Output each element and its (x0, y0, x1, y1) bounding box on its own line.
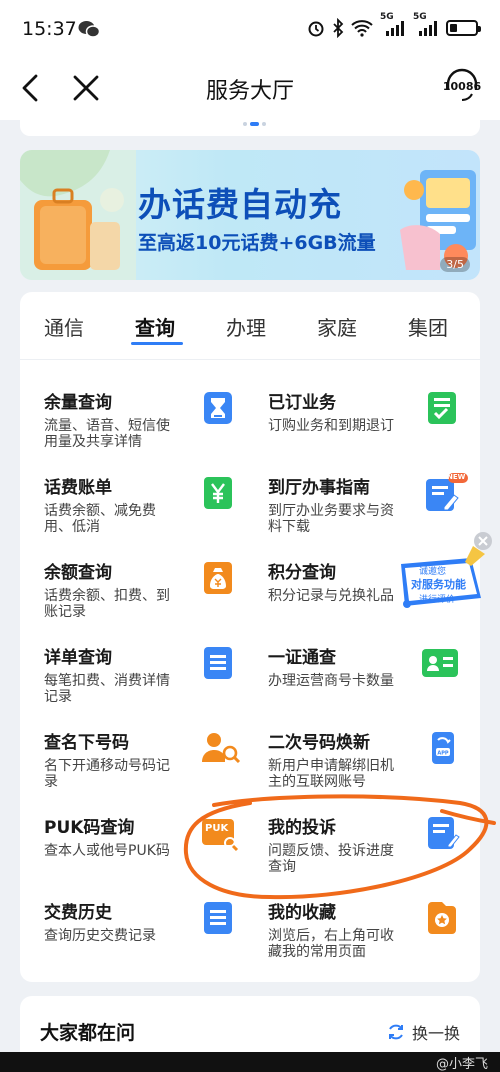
tab-family[interactable]: 家庭 (317, 312, 357, 341)
service-title: 查名下号码 (44, 733, 129, 753)
service-title: 到厅办事指南 (268, 478, 370, 498)
bluetooth-icon (333, 18, 344, 38)
service-desc: 办理运营商号卡数量 (268, 673, 394, 689)
service-desc: 名下开通移动号码记录 (44, 758, 170, 790)
service-desc: 新用户申请解绑旧机主的互联网账号 (268, 758, 394, 790)
yuan-bill-icon (204, 477, 232, 509)
wifi-icon (351, 20, 373, 37)
service-item-complaint[interactable]: 我的投诉 问题反馈、投诉进度查询 (268, 813, 488, 898)
service-desc: 查询历史交费记录 (44, 928, 156, 944)
service-desc: 到厅办业务要求与资料下载 (268, 503, 394, 535)
user-search-icon (202, 733, 241, 764)
new-badge: NEW (447, 473, 466, 481)
service-item-details[interactable]: 详单查询 每笔扣费、消费详情记录 (44, 643, 264, 728)
service-title: 余量查询 (44, 393, 112, 413)
service-title: 二次号码焕新 (268, 733, 370, 753)
close-badge-icon[interactable] (473, 531, 493, 551)
nav-bar: 服务大厅 10086 (0, 56, 500, 120)
battery-fill (450, 24, 458, 32)
carousel-dot-active (250, 122, 259, 126)
signal-bars-icon (419, 21, 437, 36)
status-time: 15:37 (22, 18, 77, 40)
list-icon (204, 647, 232, 679)
service-desc: 话费余额、扣费、到账记录 (44, 588, 170, 620)
banner-title: 办话费自动充 (138, 185, 342, 224)
service-desc: 积分记录与兑换礼品 (268, 588, 394, 604)
service-item-subscribed[interactable]: 已订业务 订购业务和到期退订 (268, 388, 488, 473)
signal-1-group: 5G (380, 12, 406, 38)
tab-handle[interactable]: 办理 (226, 312, 266, 341)
banner-subtitle: 至高返10元话费+6GB流量 (138, 232, 376, 254)
watermark: @小李飞 (435, 1057, 488, 1072)
checklist-icon (428, 392, 456, 424)
money-bag-icon (204, 562, 232, 594)
status-indicators: 5G 5G (307, 12, 481, 38)
hourglass-icon (204, 392, 232, 424)
active-tab-indicator (131, 342, 183, 345)
service-title: 余额查询 (44, 563, 112, 583)
promo-banner[interactable]: 办话费自动充 至高返10元话费+6GB流量 3/5 (20, 150, 480, 280)
puk-icon-text: PUK (205, 823, 229, 834)
service-desc: 每笔扣费、消费详情记录 (44, 673, 170, 705)
category-tabs: 通信 查询 办理 家庭 集团 (20, 292, 480, 360)
service-title: 积分查询 (268, 563, 336, 583)
service-desc: 话费余额、减免费用、低消 (44, 503, 156, 535)
service-desc: 订购业务和到期退订 (268, 418, 394, 434)
service-item-renew-number[interactable]: 二次号码焕新 新用户申请解绑旧机主的互联网账号 APP (268, 728, 488, 813)
service-title: PUK码查询 (44, 818, 135, 838)
carousel-dot (243, 122, 247, 126)
history-icon (204, 902, 232, 934)
system-navigation-bar (0, 1052, 500, 1072)
service-item-favorites[interactable]: 我的收藏 浏览后，右上角可收藏我的常用页面 (268, 898, 488, 983)
tab-query[interactable]: 查询 (135, 312, 175, 341)
complaint-icon (428, 817, 460, 849)
refresh-button[interactable]: 换一换 (386, 1020, 460, 1044)
service-title: 我的收藏 (268, 903, 336, 923)
refresh-label: 换一换 (411, 1024, 460, 1043)
battery-icon (446, 18, 481, 38)
phone-app-icon: APP (432, 732, 454, 764)
customer-service-button[interactable]: 10086 (442, 66, 482, 106)
service-desc: 浏览后，右上角可收藏我的常用页面 (268, 928, 394, 960)
tab-group[interactable]: 集团 (408, 312, 448, 341)
puk-icon: PUK (198, 813, 242, 853)
signal-2-group: 5G (413, 12, 439, 38)
wechat-notification-icon (78, 21, 100, 38)
evaluation-line-3: 进行评价 (419, 595, 456, 605)
refresh-icon (388, 1024, 403, 1040)
service-desc: 问题反馈、投诉进度查询 (268, 843, 394, 875)
carousel-dots (243, 122, 266, 126)
service-item-bill[interactable]: 话费账单 话费余额、减免费用、低消 (44, 473, 264, 558)
signal-bars-icon (386, 21, 404, 36)
service-card: 通信 查询 办理 家庭 集团 余量查询 流量、语音、短信使用量及共享详情 已订业… (20, 292, 480, 982)
service-item-payment-history[interactable]: 交费历史 查询历史交费记录 (44, 898, 264, 983)
tab-communication[interactable]: 通信 (44, 312, 84, 341)
faq-title: 大家都在问 (40, 1022, 136, 1044)
status-bar: 15:37 5G 5G (0, 0, 500, 56)
service-item-balance[interactable]: 余额查询 话费余额、扣费、到账记录 (44, 558, 264, 643)
evaluation-line-2: 对服务功能 (411, 578, 466, 591)
service-title: 已订业务 (268, 393, 336, 413)
service-title: 我的投诉 (268, 818, 336, 838)
suitcase-illustration (20, 150, 136, 280)
service-desc: 查本人或他号PUK码 (44, 843, 170, 859)
service-item-remaining[interactable]: 余量查询 流量、语音、短信使用量及共享详情 (44, 388, 264, 473)
service-title: 交费历史 (44, 903, 112, 923)
service-desc: 流量、语音、短信使用量及共享详情 (44, 418, 170, 450)
alarm-icon (308, 21, 324, 37)
favorite-icon (428, 902, 456, 934)
service-title: 一证通查 (268, 648, 336, 668)
service-title: 详单查询 (44, 648, 112, 668)
service-number: 10086 (442, 80, 482, 93)
banner-page-indicator: 3/5 (440, 257, 470, 272)
service-item-id-check[interactable]: 一证通查 办理运营商号卡数量 (268, 643, 488, 728)
page-title: 服务大厅 (205, 79, 294, 104)
service-item-puk[interactable]: PUK码查询 查本人或他号PUK码 PUK (44, 813, 264, 898)
id-card-icon (422, 649, 458, 677)
service-item-my-numbers[interactable]: 查名下号码 名下开通移动号码记录 (44, 728, 264, 813)
svg-text:APP: APP (437, 751, 449, 757)
carousel-dot (262, 122, 266, 126)
evaluation-float-badge[interactable]: 诚邀您 对服务功能 进行评价 (393, 542, 495, 616)
service-title: 话费账单 (44, 478, 112, 498)
